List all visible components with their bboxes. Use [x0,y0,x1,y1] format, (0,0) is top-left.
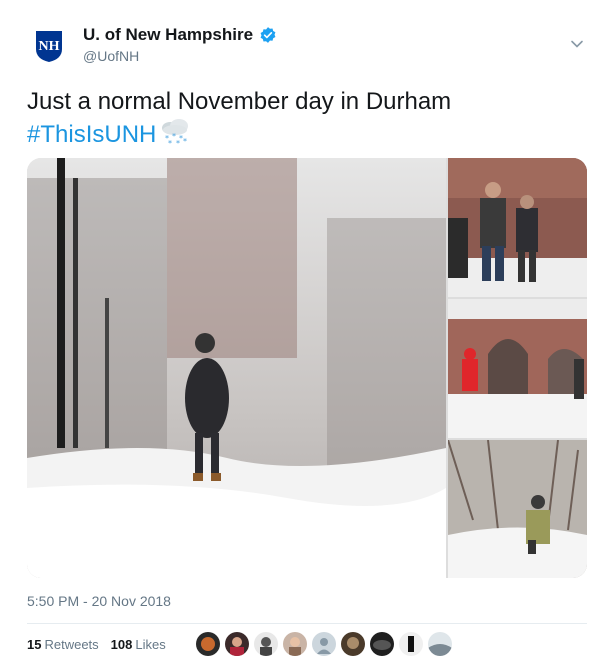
photo-students-walking[interactable] [448,158,587,297]
svg-text:*: * [168,139,172,146]
likes-label: Likes [135,637,166,652]
cloud-with-snow-icon: * * ** * * [162,119,189,146]
svg-text:*: * [183,137,187,146]
tweet-stats: 15 Retweets 108 Likes [27,637,166,652]
tweet-timestamp[interactable]: 5:50 PM - 20 Nov 2018 [27,593,171,609]
svg-text:*: * [176,139,180,146]
liker-avatar[interactable] [196,632,220,656]
liker-avatar[interactable] [283,632,307,656]
account-avatar[interactable]: NH [27,24,71,68]
divider [27,623,587,624]
likes-stat[interactable]: 108 Likes [111,637,166,652]
account-handle[interactable]: @UofNH [83,48,139,64]
svg-text:NH: NH [39,39,60,54]
liker-avatar[interactable] [225,632,249,656]
liker-avatar[interactable] [341,632,365,656]
photo-person-in-snowy-woods[interactable] [448,440,587,578]
hashtag-link[interactable]: #ThisIsUNH [27,121,156,148]
retweets-label: Retweets [44,637,99,652]
retweets-stat[interactable]: 15 Retweets [27,637,99,652]
display-name[interactable]: U. of New Hampshire [83,25,253,45]
photo-main-student-walking-in-snow[interactable] [27,158,446,578]
default-avatar-icon[interactable] [312,632,336,656]
liker-avatar[interactable] [399,632,423,656]
tweet-media-grid[interactable] [27,158,587,578]
unh-logo-icon: NH [36,31,62,62]
liker-avatar[interactable] [370,632,394,656]
liker-avatar[interactable] [254,632,278,656]
verified-badge-icon [260,27,276,43]
account-name-row[interactable]: U. of New Hampshire [83,25,277,45]
liker-avatar[interactable] [428,632,452,656]
tweet-text: Just a normal November day in Durham #Th… [27,86,587,151]
liker-avatars [196,632,457,656]
photo-snow-covered-archway[interactable] [448,299,587,438]
retweets-count: 15 [27,637,42,652]
likes-count: 108 [110,637,133,652]
chevron-down-icon[interactable] [569,36,585,52]
tweet-body: Just a normal November day in Durham [27,88,452,115]
